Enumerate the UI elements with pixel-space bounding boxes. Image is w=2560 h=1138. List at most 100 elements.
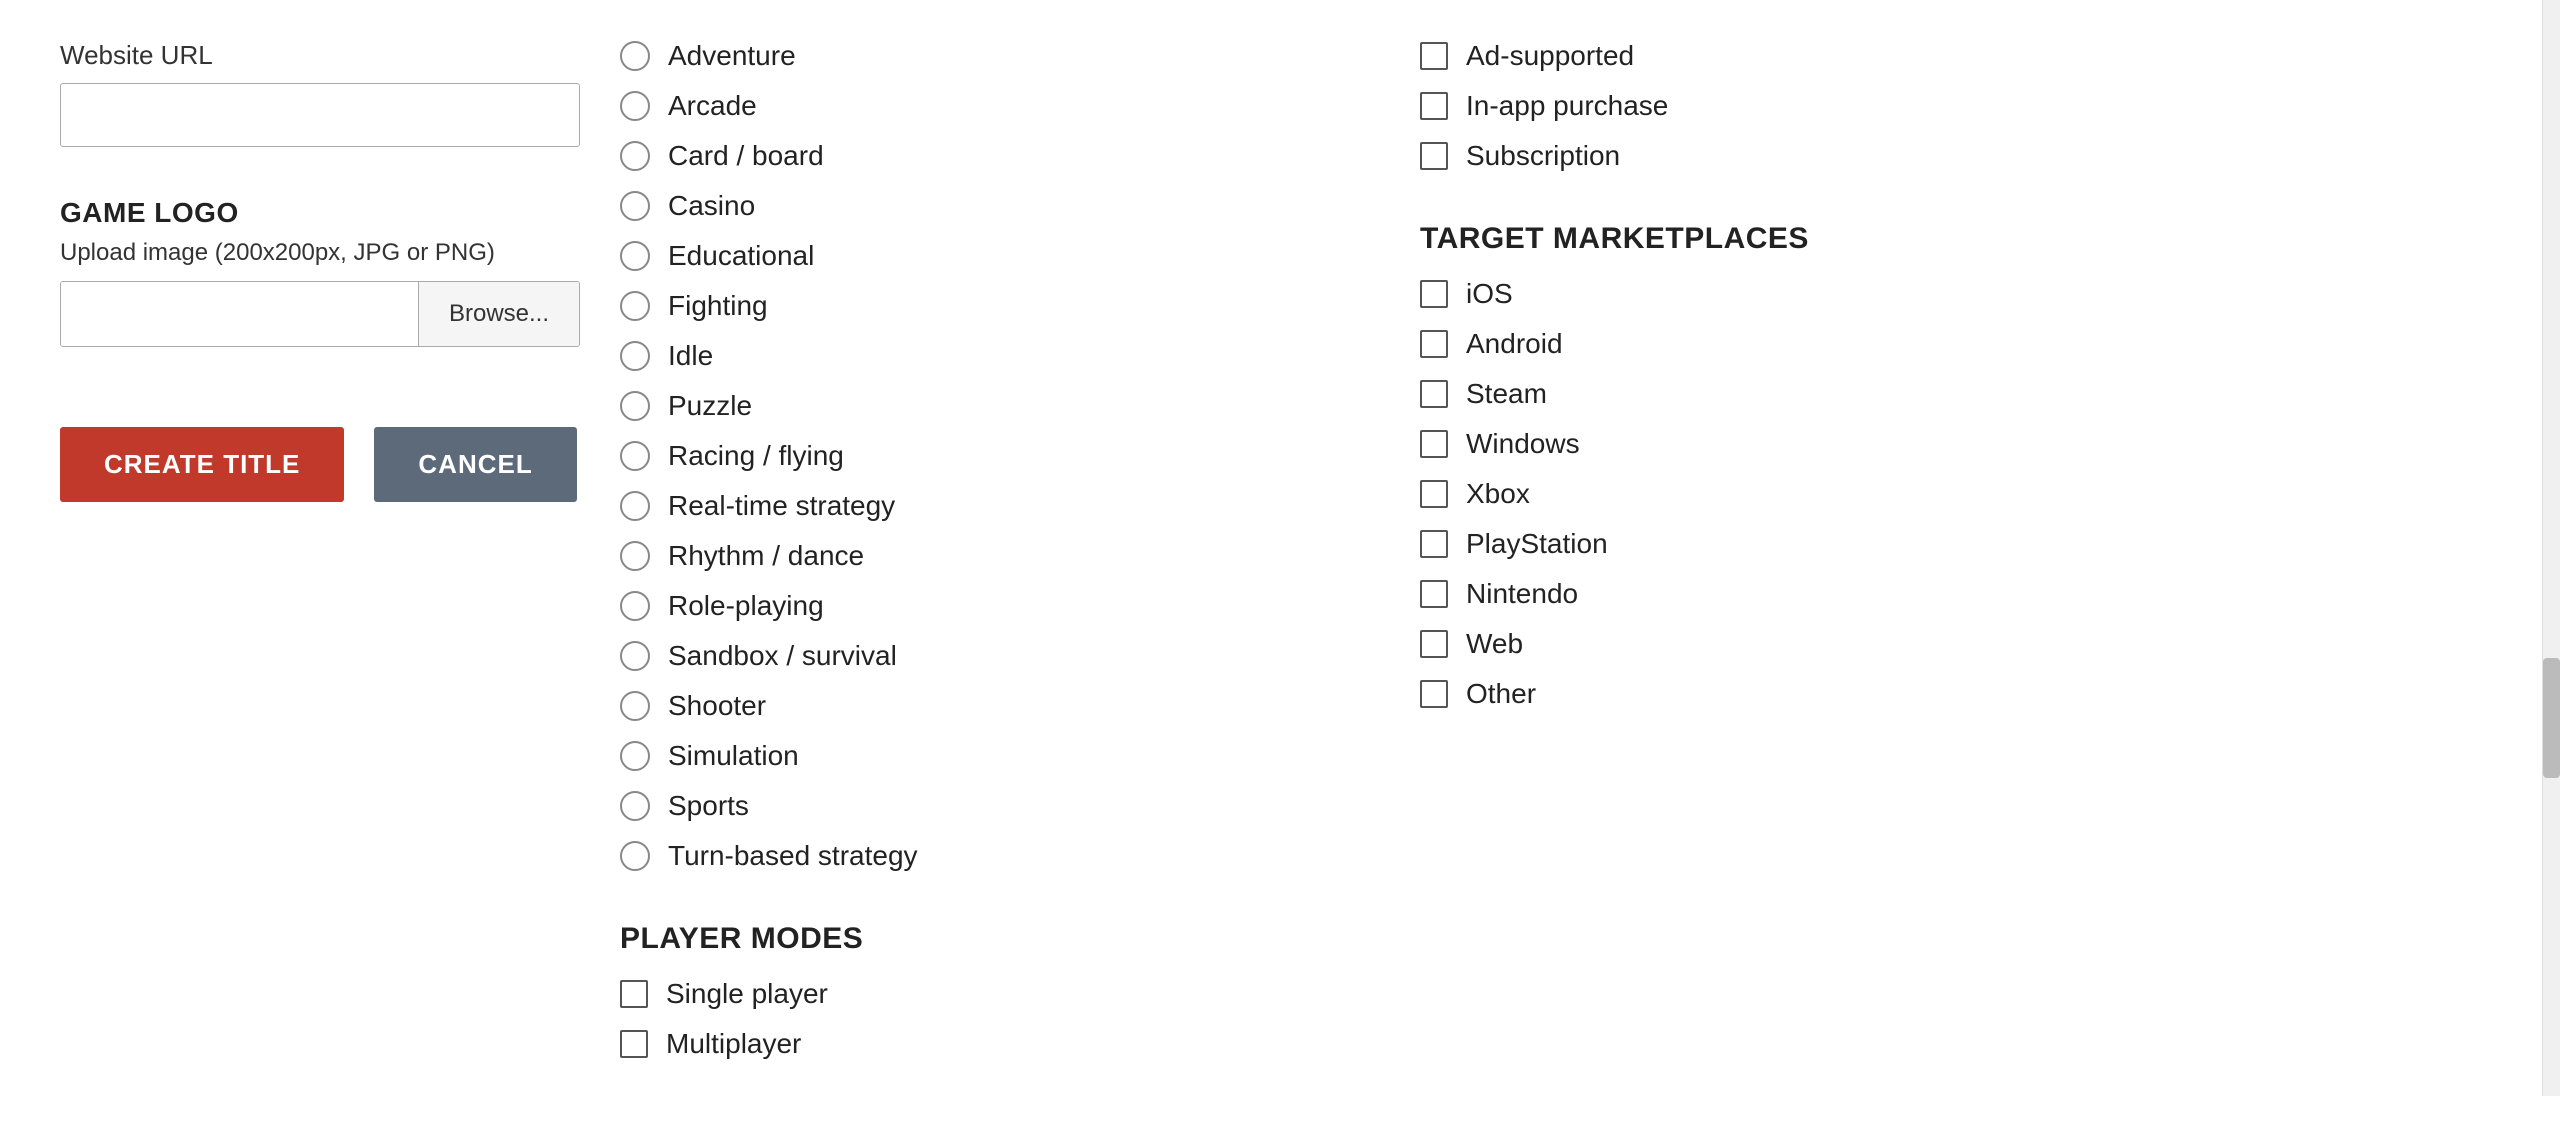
radio-icon (620, 241, 650, 271)
monetization-label: Ad-supported (1466, 40, 1634, 72)
player-modes-title: PLAYER MODES (620, 922, 1360, 956)
scrollbar[interactable] (2542, 0, 2560, 1096)
marketplace-item[interactable]: Other (1420, 678, 2460, 710)
radio-icon (620, 341, 650, 371)
marketplace-item[interactable]: iOS (1420, 278, 2460, 310)
genre-item[interactable]: Educational (620, 240, 1360, 272)
checkbox-icon (1420, 630, 1448, 658)
monetization-item[interactable]: Ad-supported (1420, 40, 2460, 72)
radio-icon (620, 41, 650, 71)
radio-icon (620, 91, 650, 121)
genre-item[interactable]: Sandbox / survival (620, 640, 1360, 672)
website-url-input[interactable] (60, 83, 580, 147)
genre-label: Puzzle (668, 390, 752, 422)
player-modes-list: Single player Multiplayer (620, 978, 1360, 1060)
genre-label: Arcade (668, 90, 757, 122)
checkbox-icon (1420, 430, 1448, 458)
right-column: Ad-supportedIn-app purchaseSubscription … (1420, 40, 2500, 1078)
file-input-row: Browse... (60, 281, 580, 347)
genre-label: Role-playing (668, 590, 824, 622)
genre-label: Shooter (668, 690, 766, 722)
genre-item[interactable]: Racing / flying (620, 440, 1360, 472)
marketplace-item[interactable]: PlayStation (1420, 528, 2460, 560)
genre-label: Turn-based strategy (668, 840, 918, 872)
radio-icon (620, 791, 650, 821)
genre-label: Adventure (668, 40, 796, 72)
checkbox-icon (1420, 680, 1448, 708)
monetization-item[interactable]: Subscription (1420, 140, 2460, 172)
genre-item[interactable]: Arcade (620, 90, 1360, 122)
website-url-label: Website URL (60, 40, 580, 71)
radio-icon (620, 491, 650, 521)
marketplace-label: Web (1466, 628, 1523, 660)
genre-item[interactable]: Adventure (620, 40, 1360, 72)
checkbox-icon (1420, 330, 1448, 358)
checkbox-icon (1420, 380, 1448, 408)
create-title-button[interactable]: CREATE TITLE (60, 427, 344, 502)
checkbox-icon (1420, 142, 1448, 170)
genre-label: Simulation (668, 740, 799, 772)
checkbox-icon (1420, 580, 1448, 608)
genre-item[interactable]: Simulation (620, 740, 1360, 772)
genre-item[interactable]: Idle (620, 340, 1360, 372)
genre-item[interactable]: Real-time strategy (620, 490, 1360, 522)
radio-icon (620, 691, 650, 721)
monetization-item[interactable]: In-app purchase (1420, 90, 2460, 122)
marketplace-item[interactable]: Android (1420, 328, 2460, 360)
checkbox-icon (1420, 530, 1448, 558)
marketplace-label: PlayStation (1466, 528, 1608, 560)
marketplace-item[interactable]: Web (1420, 628, 2460, 660)
player-mode-label: Multiplayer (666, 1028, 801, 1060)
marketplace-item[interactable]: Nintendo (1420, 578, 2460, 610)
genre-label: Fighting (668, 290, 768, 322)
cancel-button[interactable]: CANCEL (374, 427, 576, 502)
monetization-list: Ad-supported In-app purchase Subscription (1420, 40, 2460, 172)
genre-item[interactable]: Fighting (620, 290, 1360, 322)
radio-icon (620, 141, 650, 171)
middle-column: Adventure Arcade Card / board Casino Educati… (620, 40, 1420, 1078)
radio-icon (620, 741, 650, 771)
scroll-thumb[interactable] (2543, 658, 2560, 778)
genre-item[interactable]: Card / board (620, 140, 1360, 172)
genre-item[interactable]: Shooter (620, 690, 1360, 722)
browse-button[interactable]: Browse... (418, 282, 579, 346)
genre-item[interactable]: Casino (620, 190, 1360, 222)
genre-item[interactable]: Turn-based strategy (620, 840, 1360, 872)
genre-label: Sandbox / survival (668, 640, 897, 672)
radio-icon (620, 291, 650, 321)
genre-label: Real-time strategy (668, 490, 895, 522)
radio-icon (620, 641, 650, 671)
marketplace-item[interactable]: Windows (1420, 428, 2460, 460)
genre-item[interactable]: Puzzle (620, 390, 1360, 422)
checkbox-icon (1420, 92, 1448, 120)
genre-item[interactable]: Rhythm / dance (620, 540, 1360, 572)
genre-item[interactable]: Role-playing (620, 590, 1360, 622)
genre-label: Racing / flying (668, 440, 844, 472)
marketplace-label: Xbox (1466, 478, 1530, 510)
radio-icon (620, 391, 650, 421)
marketplace-label: iOS (1466, 278, 1513, 310)
checkbox-icon (620, 980, 648, 1008)
genre-label: Card / board (668, 140, 824, 172)
monetization-label: In-app purchase (1466, 90, 1668, 122)
genre-list: Adventure Arcade Card / board Casino Educati… (620, 40, 1360, 872)
player-mode-item[interactable]: Multiplayer (620, 1028, 1360, 1060)
genre-label: Educational (668, 240, 814, 272)
marketplace-label: Android (1466, 328, 1563, 360)
genre-item[interactable]: Sports (620, 790, 1360, 822)
marketplace-item[interactable]: Xbox (1420, 478, 2460, 510)
radio-icon (620, 541, 650, 571)
genre-label: Idle (668, 340, 713, 372)
radio-icon (620, 591, 650, 621)
player-mode-item[interactable]: Single player (620, 978, 1360, 1010)
checkbox-icon (1420, 280, 1448, 308)
monetization-label: Subscription (1466, 140, 1620, 172)
upload-hint: Upload image (200x200px, JPG or PNG) (60, 239, 580, 267)
marketplace-label: Windows (1466, 428, 1580, 460)
marketplace-item[interactable]: Steam (1420, 378, 2460, 410)
file-path-input[interactable] (61, 282, 418, 346)
genre-label: Sports (668, 790, 749, 822)
marketplace-label: Other (1466, 678, 1536, 710)
marketplaces-list: iOS Android Steam Windows Xbox PlayStation Nin… (1420, 278, 2460, 710)
marketplace-label: Nintendo (1466, 578, 1578, 610)
